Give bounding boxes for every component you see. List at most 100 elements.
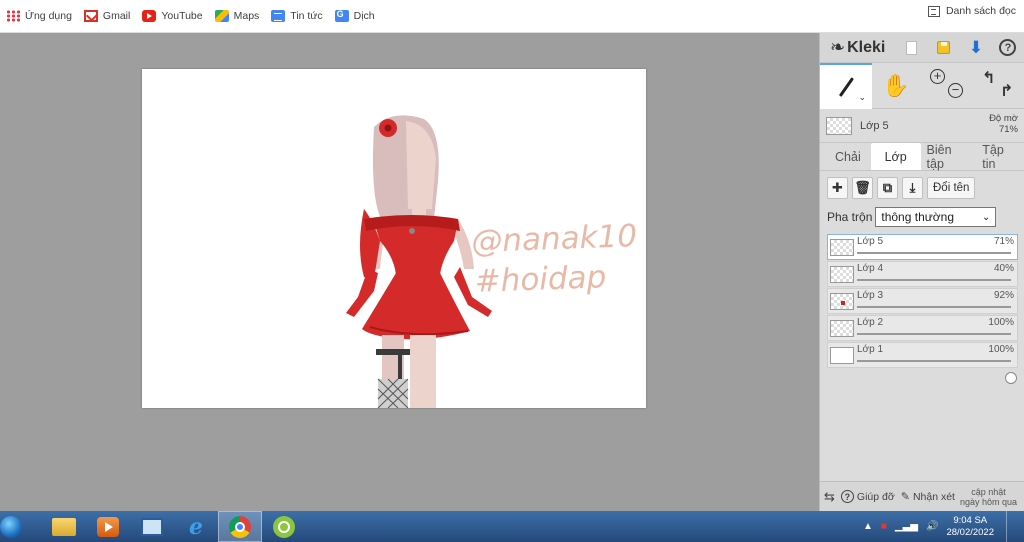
layer-name: Lớp 4 — [857, 263, 884, 274]
volume-icon[interactable]: 🔊 — [926, 521, 938, 532]
bookmark-youtube[interactable]: YouTube — [136, 4, 208, 28]
clock[interactable]: 9:04 SA 28/02/2022 — [946, 515, 994, 539]
layer-thumbnail — [830, 266, 854, 283]
help-button[interactable]: ? — [992, 34, 1024, 62]
undo-icon[interactable]: ↰ — [982, 68, 995, 88]
tab-edit[interactable]: Biên tập — [921, 143, 977, 171]
plus-icon: ✚ — [832, 180, 843, 195]
tab-layers[interactable]: Lớp — [870, 143, 921, 170]
bookmark-gmail[interactable]: Gmail — [78, 4, 136, 28]
drawing-canvas[interactable]: @nanak10 #hoidap — [142, 69, 646, 408]
rename-layer-button[interactable]: Đổi tên — [927, 177, 976, 199]
hand-icon: ✋ — [882, 72, 910, 98]
canvas-workspace[interactable]: @nanak10 #hoidap — [0, 33, 819, 511]
layer-row-2[interactable]: Lớp 2 100% — [827, 315, 1018, 357]
opacity-slider-track[interactable] — [857, 333, 1017, 357]
gmail-icon — [83, 10, 98, 22]
bookmark-label: Gmail — [102, 10, 131, 22]
redo-icon[interactable]: ↱ — [1000, 81, 1013, 101]
taskbar-network[interactable] — [130, 511, 174, 542]
add-layer-button[interactable]: ✚ — [827, 177, 848, 199]
taskbar-internet-explorer[interactable]: e — [174, 511, 218, 542]
delete-layer-button[interactable]: 🗑 — [852, 177, 873, 199]
current-layer-name: Lớp 5 — [860, 119, 889, 132]
news-icon — [271, 10, 286, 22]
layer-thumbnail — [830, 239, 854, 256]
help-link-label: Giúp đỡ — [856, 490, 895, 503]
taskbar-chrome[interactable] — [218, 511, 262, 542]
layer-opacity: 71% — [993, 236, 1014, 247]
layer-thumbnail — [830, 293, 854, 310]
zoom-out-icon[interactable]: − — [948, 82, 963, 98]
feedback-link[interactable]: ✎ Nhận xét — [898, 490, 958, 504]
tab-file[interactable]: Tập tin — [976, 143, 1024, 171]
panel-bottom-bar: ⇆ ? Giúp đỡ ✎ Nhận xét cập nhật ngày hôm… — [820, 481, 1024, 511]
start-button[interactable] — [0, 511, 30, 542]
bookmark-translate[interactable]: Dịch — [329, 4, 381, 28]
download-button[interactable]: ⬇ — [960, 34, 992, 62]
blend-mode-select[interactable]: thông thường ⌄ — [875, 207, 997, 227]
taskbar-media-player[interactable] — [86, 511, 130, 542]
handwriting-line-2: #hoidap — [474, 259, 607, 300]
layer-opacity: 100% — [988, 317, 1014, 328]
help-icon: ? — [840, 490, 854, 503]
bookmark-news[interactable]: Tin tức — [265, 4, 328, 28]
brush-tool-button[interactable]: ⌄ — [820, 62, 872, 109]
help-link[interactable]: ? Giúp đỡ — [838, 490, 898, 503]
bookmark-maps[interactable]: Maps — [209, 4, 266, 28]
opacity-slider-track[interactable] — [857, 360, 1017, 384]
bookmarks-bar: Ứng dụng Gmail YouTube Maps Tin tức Dịch… — [0, 0, 1024, 33]
hand-tool-button[interactable]: ✋ — [872, 63, 920, 109]
reading-list-button[interactable]: Danh sách đọc — [927, 5, 1016, 17]
chevron-down-icon[interactable]: ⌄ — [858, 92, 866, 103]
brush-icon — [838, 76, 854, 97]
tray-app-icon[interactable]: ■ — [881, 521, 887, 532]
taskbar-green-app[interactable] — [262, 511, 306, 542]
bookmark-label: YouTube — [161, 10, 203, 22]
opacity-slider-track[interactable] — [857, 279, 1011, 303]
opacity-slider-track[interactable] — [857, 252, 1011, 276]
panel-tabs: Chải Lớp Biên tập Tập tin — [820, 143, 1024, 171]
merge-down-icon: ⤓ — [909, 180, 916, 195]
reading-list-icon — [927, 5, 940, 17]
blend-mode-value: thông thường — [881, 210, 954, 224]
layer-opacity: 92% — [993, 290, 1014, 301]
bookmark-label: Dịch — [353, 10, 375, 22]
bookmark-apps[interactable]: Ứng dụng — [0, 4, 78, 28]
maps-icon — [214, 10, 229, 22]
opacity-slider-knob[interactable] — [1005, 372, 1017, 384]
layer-row-5[interactable]: Lớp 5 71% — [827, 234, 1018, 276]
tab-brush[interactable]: Chải — [825, 143, 871, 170]
save-button[interactable] — [928, 34, 960, 62]
layer-row-1[interactable]: Lớp 1 100% — [827, 342, 1018, 384]
opacity-label: Độ mờ — [989, 113, 1018, 124]
opacity-slider-track[interactable] — [857, 306, 1011, 330]
translate-icon — [334, 9, 349, 22]
apps-icon — [6, 10, 20, 22]
clock-time: 9:04 SA — [953, 514, 988, 526]
zoom-controls: + − — [920, 63, 970, 109]
layer-row-3[interactable]: Lớp 3 92% — [827, 288, 1018, 330]
swap-side-icon[interactable]: ⇆ — [820, 489, 838, 505]
update-note[interactable]: cập nhật ngày hôm qua — [958, 487, 1017, 507]
current-layer-info: Lớp 5 Độ mờ 71% — [820, 109, 1024, 143]
merge-layer-button[interactable]: ⤓ — [902, 177, 923, 199]
reading-list-label: Danh sách đọc — [945, 5, 1016, 17]
duplicate-layer-button[interactable]: ⧉ — [877, 177, 898, 199]
folder-icon — [52, 517, 76, 536]
bookmark-label: Ứng dụng — [25, 10, 72, 22]
youtube-icon — [142, 10, 157, 22]
layer-row-4[interactable]: Lớp 4 40% — [827, 261, 1018, 303]
show-desktop-button[interactable] — [1006, 511, 1014, 542]
blend-mode-label: Pha trộn — [827, 210, 873, 224]
media-player-icon — [97, 516, 119, 537]
chevron-down-icon: ⌄ — [981, 211, 991, 223]
signal-icon[interactable]: ▁▃▅ — [895, 521, 918, 532]
tray-expand-icon[interactable]: ▲ — [863, 521, 873, 532]
kleki-logo[interactable]: ❧ Kleki — [830, 37, 896, 58]
new-image-button[interactable] — [896, 34, 928, 62]
zoom-in-icon[interactable]: + — [930, 68, 945, 84]
network-icon — [141, 517, 163, 536]
taskbar-explorer[interactable] — [42, 511, 86, 542]
blend-mode-row: Pha trộn thông thường ⌄ — [820, 205, 1024, 229]
